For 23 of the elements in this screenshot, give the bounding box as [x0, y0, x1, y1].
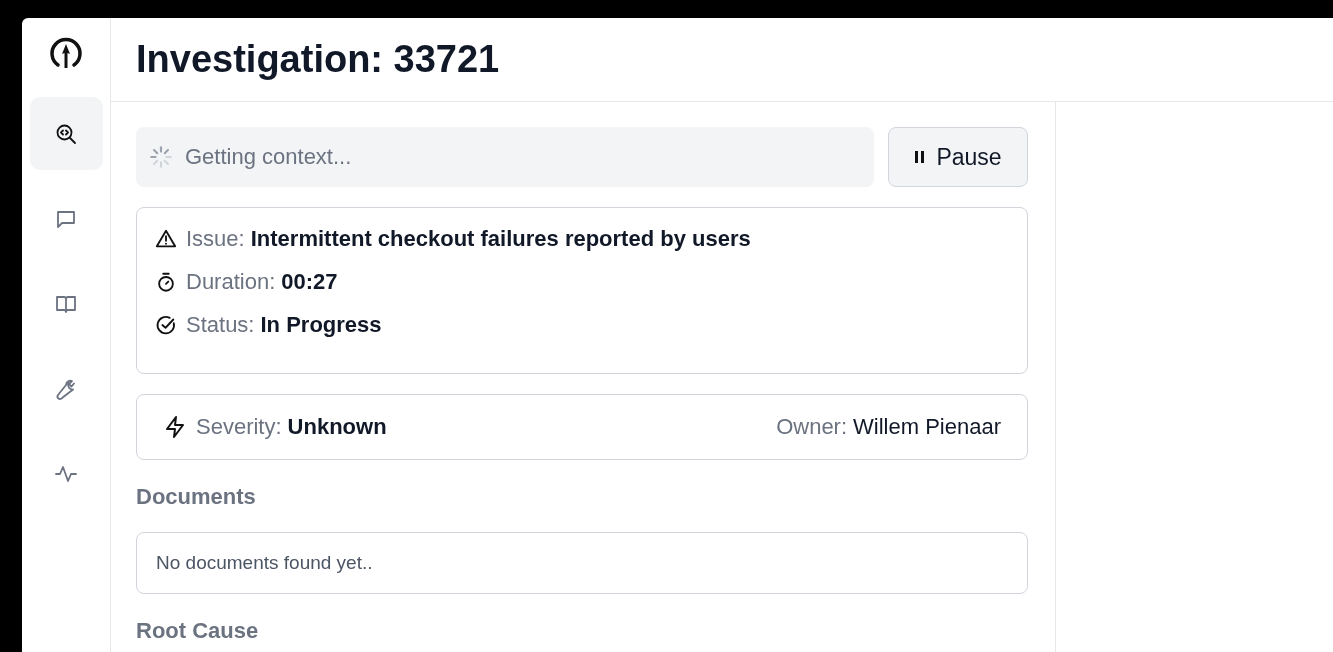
progress-text: Getting context... — [185, 144, 352, 170]
field-label: Issue: — [186, 226, 245, 252]
field-value: 00:27 — [281, 269, 338, 295]
spinner-icon — [148, 144, 174, 170]
check-circle-icon — [155, 314, 177, 336]
section-heading: Documents — [136, 484, 257, 510]
pause-button[interactable]: Pause — [888, 127, 1028, 187]
owner-label: Owner: — [776, 414, 848, 440]
owner-value: Willem Pienaar — [853, 414, 1001, 440]
pause-icon — [914, 150, 927, 164]
sidebar-button[interactable] — [29, 97, 103, 170]
empty-message: No documents found yet.. — [156, 552, 373, 574]
field-label: Status: — [186, 312, 255, 338]
severity-value: Unknown — [287, 414, 387, 440]
warning-icon — [155, 228, 177, 250]
lightning-icon — [163, 415, 187, 439]
field-value: In Progress — [260, 312, 382, 338]
field-label: Duration: — [186, 269, 276, 295]
severity-label: Severity: — [196, 414, 282, 440]
page-title: Investigation: 33721 — [136, 38, 500, 81]
stopwatch-icon — [155, 271, 177, 293]
section-heading: Root Cause — [136, 618, 260, 644]
field-value: Intermittent checkout failures reported by users — [250, 226, 751, 252]
